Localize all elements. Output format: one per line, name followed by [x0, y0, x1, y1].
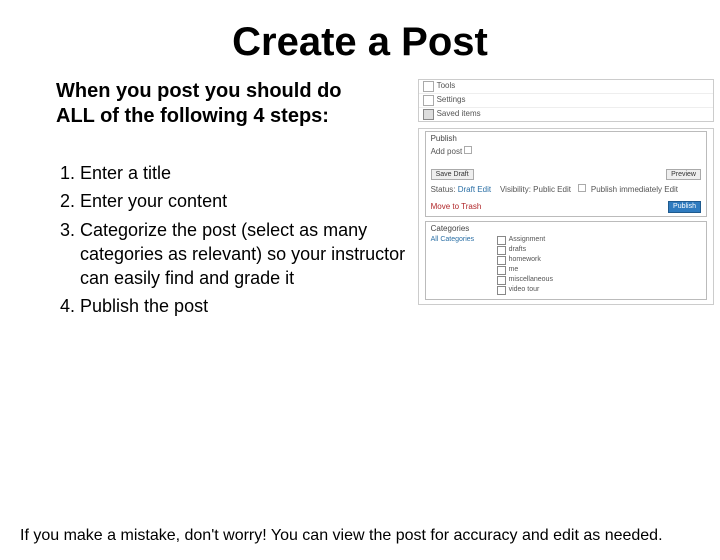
status-edit-link[interactable]: Draft Edit	[458, 185, 491, 194]
publish-immediately-label: Publish immediately Edit	[591, 185, 678, 194]
category-item[interactable]: drafts	[497, 246, 701, 255]
screenshot-sidebar: Tools Settings Saved items	[418, 79, 714, 122]
checkbox-icon[interactable]	[497, 236, 506, 245]
save-draft-button[interactable]: Save Draft	[431, 169, 474, 181]
gear-icon	[423, 95, 434, 106]
checkbox-icon[interactable]	[497, 266, 506, 275]
step-item: Publish the post	[80, 294, 408, 318]
add-post-label: Add post	[431, 147, 463, 156]
category-item[interactable]: homework	[497, 256, 701, 265]
side-tools: Tools	[437, 82, 456, 91]
checkbox-icon[interactable]	[497, 256, 506, 265]
side-settings: Settings	[437, 96, 466, 105]
categories-tab-all[interactable]: All Categories	[431, 236, 491, 244]
categories-list: Assignment drafts homework me miscellane…	[497, 236, 701, 296]
move-to-trash-link[interactable]: Move to Trash	[431, 203, 482, 212]
checkbox-icon[interactable]	[497, 276, 506, 285]
visibility-label: Visibility: Public Edit	[500, 185, 571, 194]
tools-icon	[423, 81, 434, 92]
steps-list: Enter a title Enter your content Categor…	[56, 161, 408, 319]
step-item: Enter your content	[80, 189, 408, 213]
calendar-icon	[578, 184, 586, 192]
category-item[interactable]: me	[497, 266, 701, 275]
step-item: Enter a title	[80, 161, 408, 185]
checkbox-icon[interactable]	[497, 286, 506, 295]
categories-header: Categories	[431, 225, 701, 234]
intro-text: When you post you should do ALL of the f…	[56, 79, 356, 129]
publish-header: Publish	[431, 135, 701, 144]
category-item[interactable]: miscellaneous	[497, 276, 701, 285]
screenshot-publish-panel: Publish Add post Save Draft Preview Stat…	[418, 128, 714, 305]
add-icon	[464, 146, 472, 154]
side-saved: Saved items	[437, 110, 481, 119]
slide-title: Create a Post	[0, 20, 720, 65]
preview-button[interactable]: Preview	[666, 169, 701, 181]
category-item[interactable]: Assignment	[497, 236, 701, 245]
footer-note: If you make a mistake, don't worry! You …	[20, 526, 700, 546]
arrow-icon	[423, 109, 434, 120]
step-item: Categorize the post (select as many cate…	[80, 218, 408, 291]
checkbox-icon[interactable]	[497, 246, 506, 255]
publish-button[interactable]: Publish	[668, 201, 701, 213]
status-label: Status:	[431, 185, 456, 194]
category-item[interactable]: video tour	[497, 286, 701, 295]
